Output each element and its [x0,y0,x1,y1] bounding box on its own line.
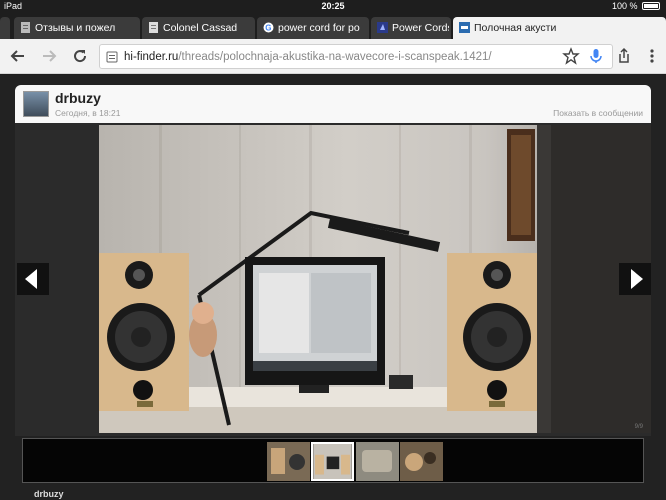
url-path: /threads/polochnaja-akustika-na-wavecore… [178,51,492,63]
battery-icon [642,2,660,10]
tab-4[interactable]: Power Cords h [371,17,451,39]
thumbnail[interactable] [400,442,443,481]
battery-percent: 100 % [611,1,638,11]
avatar[interactable] [23,91,49,117]
lightbox-viewer: 9/9 [15,123,651,436]
url-text: hi-finder.ru/threads/polochnaja-akustika… [124,51,492,63]
battery-status: 100 % [612,1,660,11]
thumbnail-strip [22,438,644,483]
post-date: Сегодня, в 18:21 [55,108,121,118]
share-icon[interactable] [615,47,633,65]
show-in-message-link[interactable]: Показать в сообщении [553,108,643,118]
tab-3[interactable]: G power cord for po [257,17,369,39]
post-header: drbuzy Сегодня, в 18:21 Показать в сообщ… [15,85,651,123]
arrow-right-icon[interactable] [40,47,58,65]
tab-2[interactable]: Colonel Cassad [142,17,255,39]
page-info-icon[interactable] [106,51,118,63]
tab-5-active[interactable]: Полочная акусти [453,17,666,39]
tab-title: Полочная акусти [474,22,557,34]
footer-username[interactable]: drbuzy [34,489,64,499]
site-icon [459,22,470,33]
tab-overflow[interactable] [0,17,10,39]
thumbnail-selected[interactable] [311,442,354,481]
mic-icon[interactable] [587,47,605,65]
browser-toolbar: hi-finder.ru/threads/polochnaja-akustika… [0,39,666,74]
url-host: hi-finder.ru [124,51,179,63]
username-link[interactable]: drbuzy [55,90,101,106]
reload-icon[interactable] [71,47,89,65]
arrow-left-icon[interactable] [9,47,27,65]
caret-left-icon[interactable] [17,263,49,295]
svg-text:G: G [265,24,271,33]
tab-title: Colonel Cassad [163,22,238,34]
site-icon [377,22,388,33]
tab-strip: Отзывы и пожел Colonel Cassad G power co… [0,14,666,39]
ios-status-bar: iPad 20:25 100 % [0,0,666,14]
google-icon: G [263,22,274,33]
speakers-photo [99,125,651,433]
lightbox-photo[interactable]: 9/9 [99,125,651,433]
document-icon [149,22,158,33]
page-content: drbuzy Сегодня, в 18:21 Показать в сообщ… [0,75,666,500]
tab-title: Power Cords h [392,22,449,34]
address-bar[interactable]: hi-finder.ru/threads/polochnaja-akustika… [99,44,613,69]
tab-title: Отзывы и пожел [35,22,116,34]
tab-1[interactable]: Отзывы и пожел [14,17,140,39]
caret-right-icon[interactable] [619,263,651,295]
thumbnail[interactable] [356,442,399,481]
tab-title: power cord for po [278,22,360,34]
thumbnail[interactable] [267,442,310,481]
more-vert-icon[interactable] [643,47,661,65]
star-icon[interactable] [562,47,580,65]
clock: 20:25 [321,1,345,11]
document-icon [21,22,30,33]
photo-counter: 9/9 [634,424,643,430]
